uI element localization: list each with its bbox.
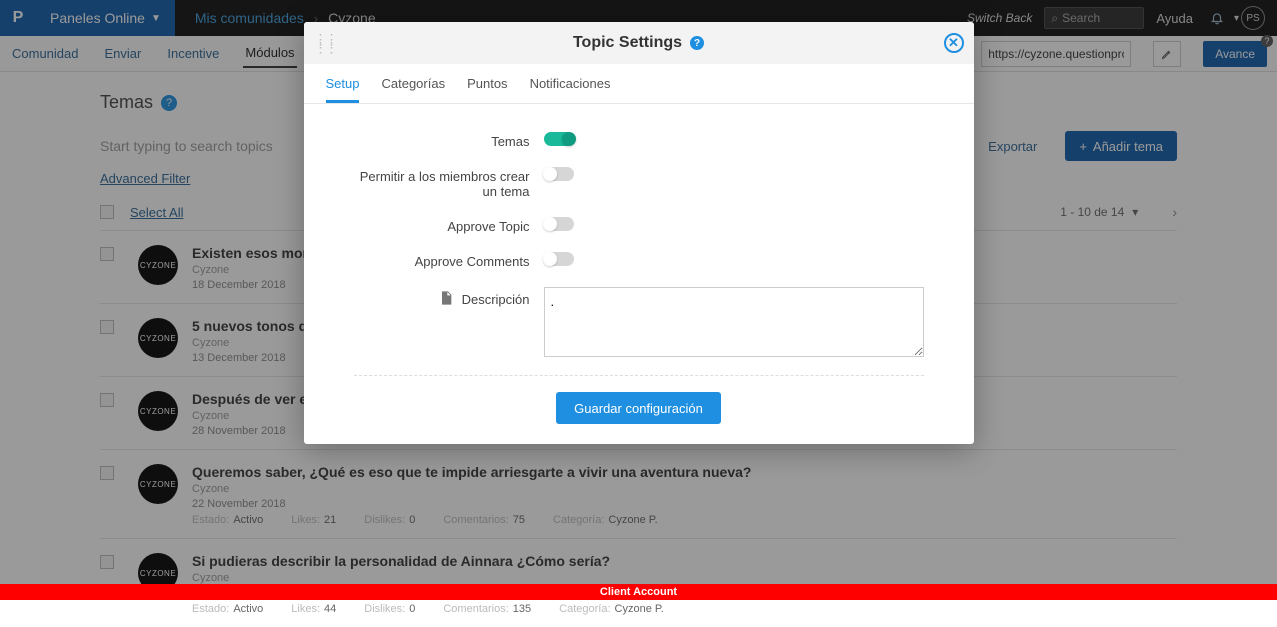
descripcion-textarea[interactable]	[544, 287, 924, 357]
tab-setup[interactable]: Setup	[326, 64, 360, 103]
drag-handle-icon[interactable]: ⋮⋮⋮⋮	[314, 35, 336, 51]
approve-comments-toggle[interactable]	[544, 252, 574, 266]
modal-header: ⋮⋮⋮⋮ Topic Settings ? ✕	[304, 22, 974, 64]
approve-topic-label: Approve Topic	[354, 217, 544, 234]
modal-title: Topic Settings ?	[573, 34, 704, 52]
approve-topic-toggle[interactable]	[544, 217, 574, 231]
footer-banner: Client Account	[0, 584, 1277, 600]
help-icon[interactable]: ?	[690, 36, 704, 50]
row-stats: Estado:Activo Likes:44 Dislikes:0 Coment…	[192, 603, 1177, 615]
topic-settings-modal: ⋮⋮⋮⋮ Topic Settings ? ✕ Setup Categorías…	[304, 22, 974, 444]
modal-tabs: Setup Categorías Puntos Notificaciones	[304, 64, 974, 104]
tab-categorias[interactable]: Categorías	[381, 64, 445, 103]
tab-puntos[interactable]: Puntos	[467, 64, 507, 103]
save-config-button[interactable]: Guardar configuración	[556, 392, 721, 424]
temas-toggle[interactable]	[544, 132, 574, 146]
modal-title-text: Topic Settings	[573, 34, 682, 52]
temas-label: Temas	[354, 132, 544, 149]
close-button[interactable]: ✕	[944, 33, 964, 53]
allow-members-label: Permitir a los miembros crear un tema	[354, 167, 544, 199]
approve-comments-label: Approve Comments	[354, 252, 544, 269]
tab-notificaciones[interactable]: Notificaciones	[530, 64, 611, 103]
descripcion-label: Descripción	[462, 292, 530, 307]
document-icon	[438, 289, 454, 310]
allow-members-toggle[interactable]	[544, 167, 574, 181]
